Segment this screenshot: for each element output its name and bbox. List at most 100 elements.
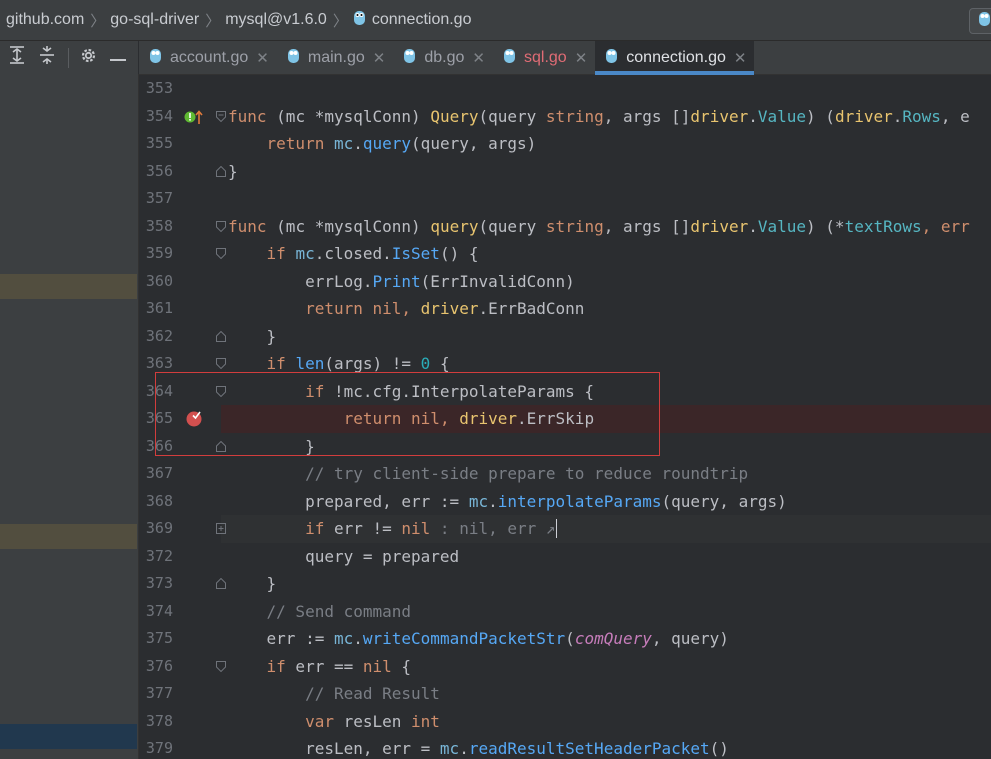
close-icon[interactable]: ✕ <box>734 49 747 67</box>
close-icon[interactable]: ✕ <box>373 49 386 67</box>
code-text: func (mc *mysqlConn) Query(query string,… <box>228 103 970 131</box>
fold-close-icon[interactable] <box>216 165 226 177</box>
code-line[interactable]: 375 err := mc.writeCommandPacketStr(comQ… <box>139 625 991 653</box>
breadcrumb-item-go-sql-driver[interactable]: go-sql-driver <box>110 11 199 29</box>
collapse-all-icon <box>39 46 55 69</box>
code-line[interactable]: 356 } <box>139 158 991 186</box>
line-number: 357 <box>145 189 173 207</box>
fold-open-icon[interactable] <box>216 358 226 369</box>
code-line[interactable]: 379 resLen, err = mc.readResultSetHeader… <box>139 735 991 759</box>
project-tree-panel[interactable] <box>0 74 139 759</box>
code-line[interactable]: 369 if err != nil : nil, err ↗ <box>139 515 991 543</box>
code-token: mysqlConn <box>324 106 412 126</box>
breadcrumb-item-connection-go[interactable]: connection.go <box>353 9 471 31</box>
tab-db-go[interactable]: db.go ✕ <box>393 41 493 74</box>
code-token: () <box>709 739 729 758</box>
close-icon[interactable]: ✕ <box>256 49 269 67</box>
code-text: // Read Result <box>228 680 440 708</box>
code-line[interactable]: 362 } <box>139 323 991 351</box>
annotation-highlight-box <box>155 372 660 456</box>
code-line[interactable]: 360 errLog.Print(ErrInvalidConn) <box>139 268 991 296</box>
line-number: 372 <box>145 546 173 565</box>
code-token: mysqlConn <box>324 216 412 236</box>
line-number: 377 <box>145 684 173 702</box>
code-line[interactable]: 378 var resLen int <box>139 708 991 736</box>
code-line[interactable]: 357 <box>139 185 991 213</box>
code-token: ErrBadConn <box>488 299 585 318</box>
fold-expand-icon[interactable] <box>216 523 226 534</box>
code-text: } <box>228 323 277 351</box>
code-line[interactable]: 361 return nil, driver.ErrBadConn <box>139 295 991 323</box>
line-number: 353 <box>145 79 173 97</box>
toolbar-divider <box>68 47 69 68</box>
code-token: { <box>430 354 450 373</box>
line-number: 361 <box>145 299 173 317</box>
code-text: return nil, driver.ErrBadConn <box>228 295 584 323</box>
project-tree-row-selected[interactable] <box>0 724 137 749</box>
code-token: Value <box>757 216 807 236</box>
collapse-all-button[interactable] <box>34 45 60 71</box>
code-text: if err == nil { <box>228 653 412 681</box>
project-tree-row-highlighted[interactable] <box>0 274 137 299</box>
tab-connection-go[interactable]: connection.go ✕ <box>595 41 755 75</box>
code-token: len <box>295 354 325 373</box>
close-icon[interactable]: ✕ <box>575 49 588 67</box>
code-token: (query <box>478 106 546 126</box>
breadcrumb-item-github[interactable]: github.com <box>0 11 84 29</box>
code-line[interactable]: 373 } <box>139 570 991 598</box>
tab-account-go[interactable]: account.go ✕ <box>139 41 277 74</box>
text-caret <box>555 519 557 538</box>
close-icon[interactable]: ✕ <box>472 49 485 67</box>
breadcrumb-label: mysql@v1.6.0 <box>225 11 327 28</box>
line-number: 358 <box>145 216 173 235</box>
tab-main-go[interactable]: main.go ✕ <box>277 41 394 74</box>
code-line[interactable]: 353 <box>139 75 991 103</box>
project-tree-row-highlighted[interactable] <box>0 524 137 549</box>
tab-sql-go[interactable]: sql.go ✕ <box>493 41 595 74</box>
gear-icon <box>80 47 97 69</box>
code-token: ) (* <box>806 216 845 236</box>
code-token: mc <box>468 491 489 511</box>
code-token: if <box>266 354 286 373</box>
code-line[interactable]: 374 // Send command <box>139 598 991 626</box>
fold-open-icon[interactable] <box>216 248 226 259</box>
code-token: mc <box>333 629 354 648</box>
code-token: driver <box>690 106 749 126</box>
code-token: . <box>748 216 758 236</box>
code-token: query <box>362 134 412 153</box>
code-line[interactable]: 376 if err == nil { <box>139 653 991 681</box>
code-line[interactable]: 368 prepared, err := mc.interpolateParam… <box>139 488 991 516</box>
code-line[interactable]: 359 if mc.closed.IsSet() { <box>139 240 991 268</box>
line-number: 374 <box>145 601 173 620</box>
code-token: nil <box>401 519 431 538</box>
code-line[interactable]: 355 return mc.query(query, args) <box>139 130 991 158</box>
code-token: } <box>266 574 277 593</box>
line-number: 369 <box>145 519 173 537</box>
code-line[interactable]: 354 func (mc *mysqlConn) Query(query str… <box>139 103 991 131</box>
code-token: ) <box>411 106 431 126</box>
fold-close-icon[interactable] <box>216 330 226 342</box>
settings-button[interactable] <box>75 45 101 71</box>
breadcrumb-item-mysql[interactable]: mysql@v1.6.0 <box>225 11 327 29</box>
code-token: resLen <box>333 711 412 731</box>
code-line[interactable]: 358 func (mc *mysqlConn) query(query str… <box>139 213 991 241</box>
tab-label: sql.go <box>523 48 567 66</box>
breadcrumb: github.com 〉 go-sql-driver 〉 mysql@v1.6.… <box>0 0 991 41</box>
code-text: return mc.query(query, args) <box>228 130 537 158</box>
fold-open-icon[interactable] <box>216 110 226 122</box>
folded-code-token[interactable]: : nil, err <box>430 519 546 538</box>
expand-all-button[interactable] <box>4 45 30 71</box>
implements-interface-icon[interactable] <box>184 109 204 130</box>
fold-close-icon[interactable] <box>216 578 226 589</box>
fold-open-icon[interactable] <box>216 660 226 672</box>
code-token: query <box>430 216 479 236</box>
code-token: err := <box>266 629 334 648</box>
code-token: , e <box>940 106 970 126</box>
gopher-button[interactable] <box>969 8 991 34</box>
code-line[interactable]: 377 // Read Result <box>139 680 991 708</box>
hide-panel-button[interactable] <box>105 45 131 71</box>
code-line[interactable]: 372 query = prepared <box>139 543 991 571</box>
fold-open-icon[interactable] <box>216 220 226 232</box>
code-token: (query, args) <box>411 134 537 153</box>
code-line[interactable]: 367 // try client-side prepare to reduce… <box>139 460 991 488</box>
